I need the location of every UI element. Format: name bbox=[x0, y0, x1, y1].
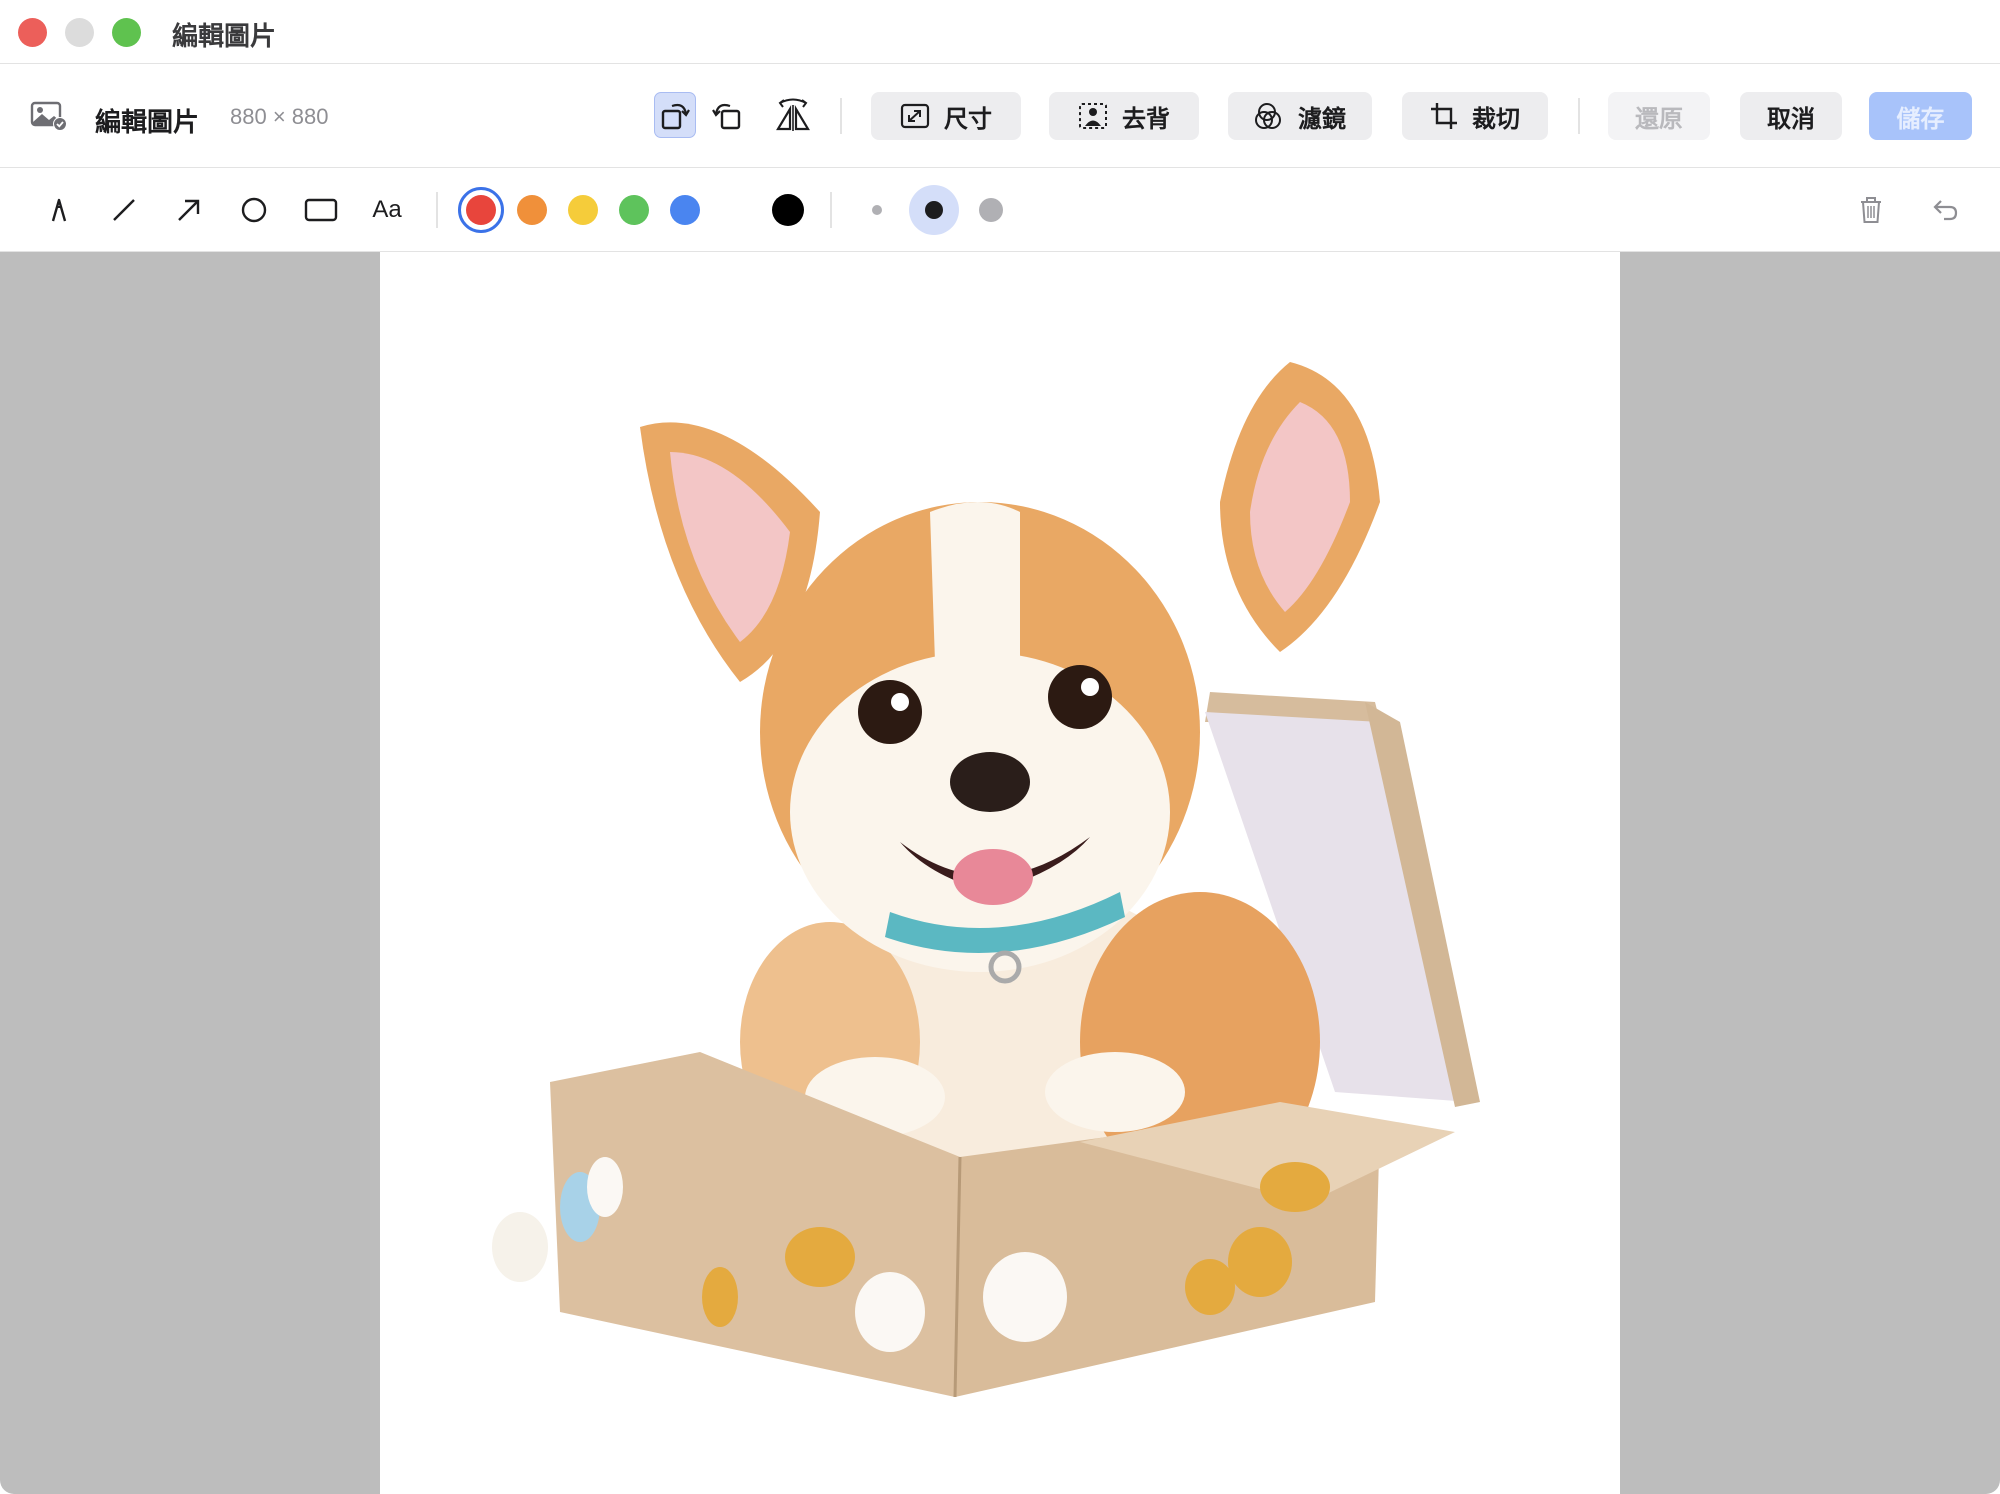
revert-button[interactable]: 還原 bbox=[1608, 92, 1710, 140]
remove-background-label: 去背 bbox=[1122, 104, 1170, 133]
rotate-right-icon bbox=[712, 103, 741, 130]
corgi-in-box-image bbox=[492, 362, 1480, 1398]
canvas-area bbox=[0, 252, 2000, 1494]
resize-icon bbox=[900, 103, 930, 129]
color-swatch-orange[interactable] bbox=[517, 195, 547, 225]
image-dimensions: 880 × 880 bbox=[230, 104, 329, 129]
rotate-left-icon bbox=[661, 103, 690, 130]
color-swatch-red bbox=[466, 195, 496, 225]
flip-button[interactable] bbox=[772, 92, 814, 138]
crop-icon bbox=[1431, 103, 1457, 129]
rectangle-icon bbox=[304, 198, 338, 222]
document-name: 編輯圖片 bbox=[95, 108, 200, 138]
stroke-size-medium-selected[interactable] bbox=[909, 185, 959, 235]
color-swatch-red-selected[interactable] bbox=[458, 187, 504, 233]
filter-icon bbox=[1255, 103, 1281, 129]
text-tool[interactable]: Aa bbox=[366, 189, 408, 231]
rotate-left-button[interactable] bbox=[654, 92, 696, 138]
cancel-button[interactable]: 取消 bbox=[1740, 92, 1842, 140]
minimize-window-button[interactable] bbox=[65, 18, 94, 47]
color-swatch-black[interactable] bbox=[772, 194, 804, 226]
window-title: 編輯圖片 bbox=[172, 22, 277, 52]
zoom-window-button[interactable] bbox=[112, 18, 141, 47]
arrow-tool[interactable] bbox=[168, 189, 210, 231]
stroke-size-large[interactable] bbox=[979, 198, 1003, 222]
circle-tool[interactable] bbox=[233, 189, 275, 231]
rectangle-tool[interactable] bbox=[300, 189, 342, 231]
pen-tool[interactable] bbox=[38, 189, 80, 231]
toolbar-divider bbox=[436, 192, 438, 228]
undo-button[interactable] bbox=[1924, 189, 1966, 231]
line-icon bbox=[113, 199, 135, 221]
delete-button[interactable] bbox=[1850, 189, 1892, 231]
arrow-icon bbox=[178, 199, 200, 221]
filter-label: 濾鏡 bbox=[1298, 104, 1346, 133]
pen-icon bbox=[51, 198, 67, 222]
resize-button[interactable]: 尺寸 bbox=[871, 92, 1021, 140]
line-tool[interactable] bbox=[103, 189, 145, 231]
main-toolbar: 編輯圖片 880 × 880 尺寸 去背 濾鏡 裁切 還原 取消 儲存 bbox=[0, 64, 2000, 168]
color-swatch-blue[interactable] bbox=[670, 195, 700, 225]
flip-horizontal-icon bbox=[776, 98, 810, 131]
stroke-size-small[interactable] bbox=[872, 205, 882, 215]
rotate-right-button[interactable] bbox=[706, 92, 748, 138]
toolbar-divider bbox=[840, 98, 842, 134]
trash-icon bbox=[1861, 197, 1881, 223]
close-window-button[interactable] bbox=[18, 18, 47, 47]
color-swatch-yellow[interactable] bbox=[568, 195, 598, 225]
toolbar-divider bbox=[830, 192, 832, 228]
image-canvas[interactable] bbox=[380, 252, 1620, 1494]
remove-background-icon bbox=[1079, 103, 1107, 129]
photo-edit-icon bbox=[30, 101, 67, 131]
markup-toolbar: Aa bbox=[0, 168, 2000, 252]
crop-button[interactable]: 裁切 bbox=[1402, 92, 1548, 140]
remove-background-button[interactable]: 去背 bbox=[1049, 92, 1199, 140]
crop-label: 裁切 bbox=[1472, 104, 1520, 133]
save-button[interactable]: 儲存 bbox=[1869, 92, 1972, 140]
title-bar: 編輯圖片 bbox=[0, 0, 2000, 64]
toolbar-divider bbox=[1578, 98, 1580, 134]
undo-icon bbox=[1933, 200, 1958, 221]
stroke-size-medium bbox=[925, 201, 943, 219]
color-swatch-green[interactable] bbox=[619, 195, 649, 225]
resize-label: 尺寸 bbox=[944, 104, 992, 133]
circle-icon bbox=[241, 197, 267, 223]
filter-button[interactable]: 濾鏡 bbox=[1228, 92, 1372, 140]
